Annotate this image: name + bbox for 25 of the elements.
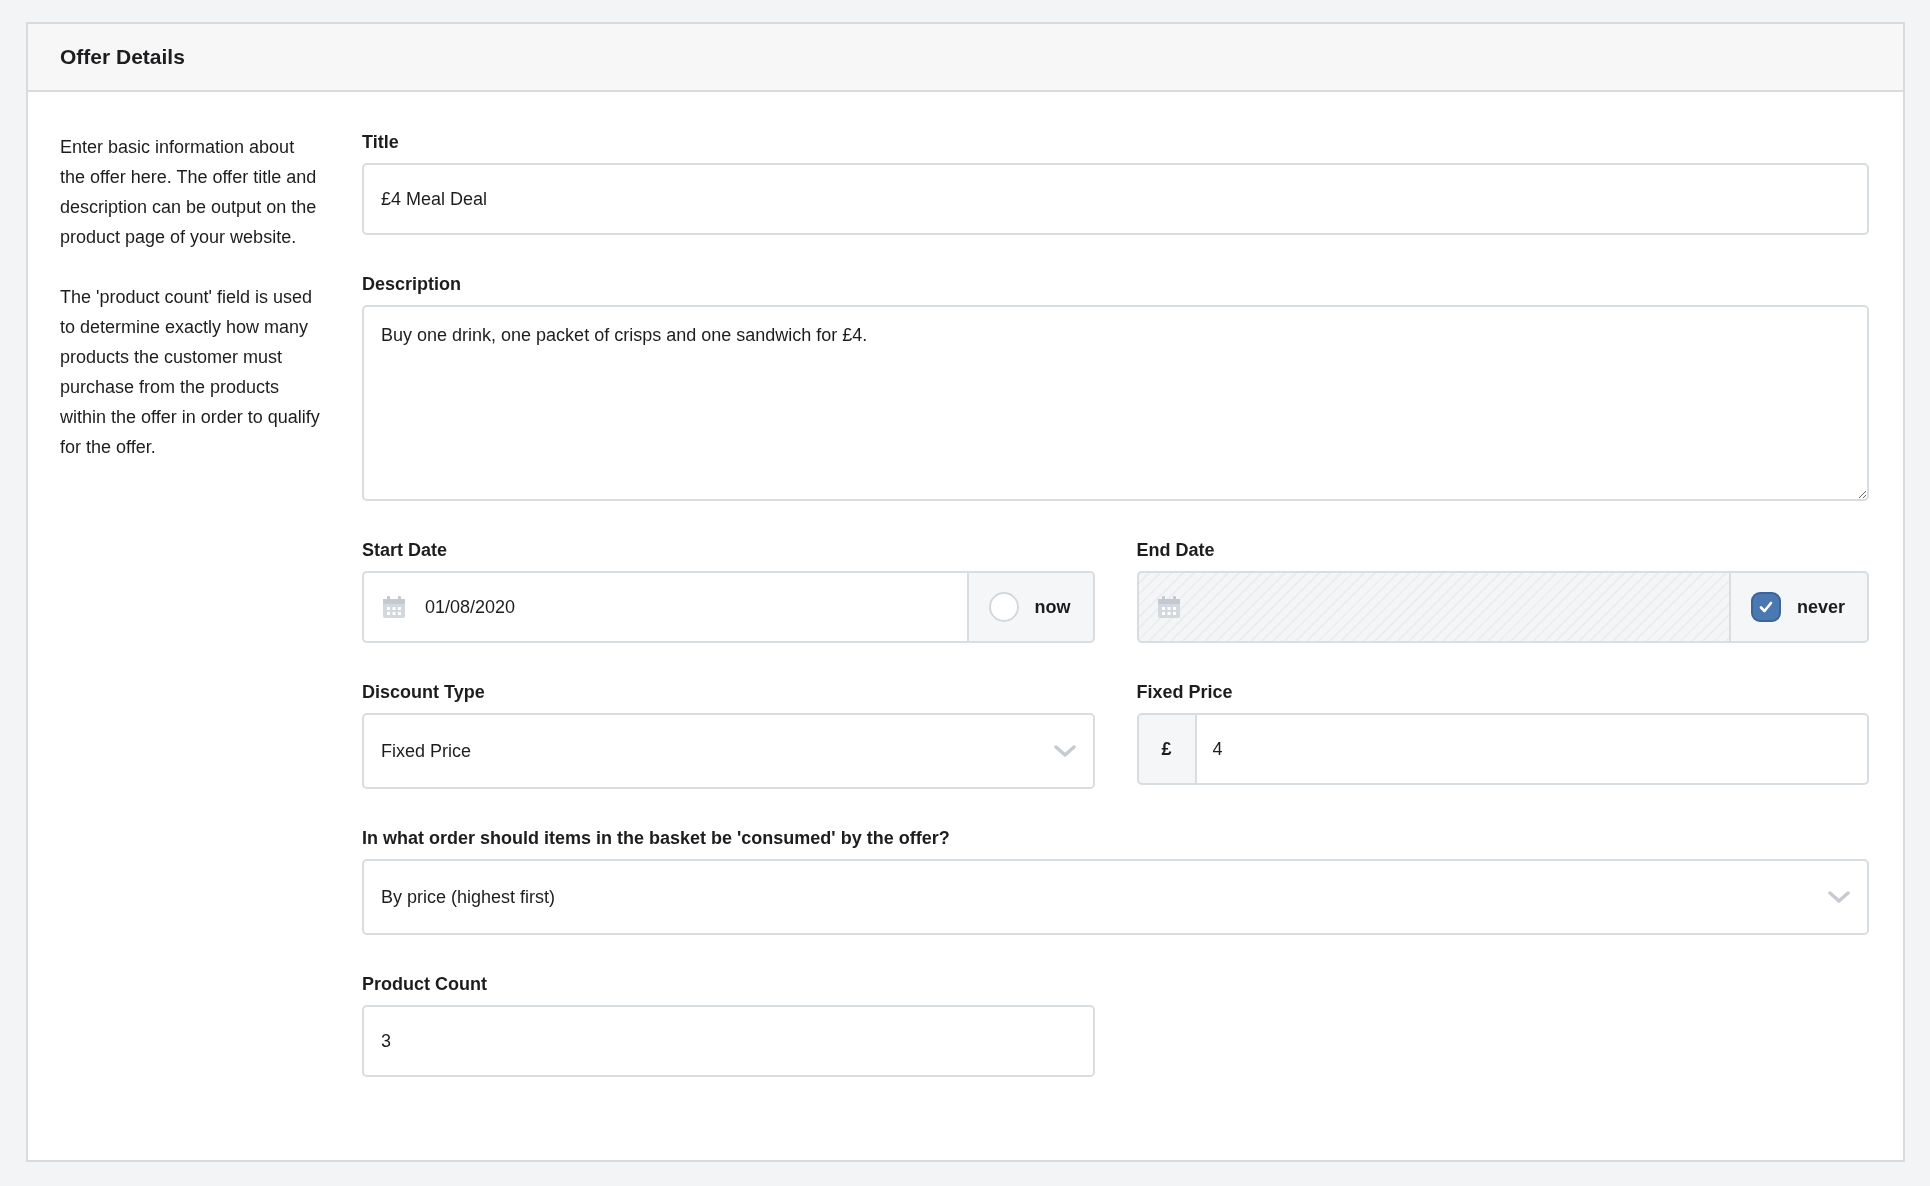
textarea-field[interactable]: Buy one drink, one packet of crisps and one sandwich for £4. (362, 305, 1869, 501)
field-label: Fixed Price (1136, 681, 1234, 703)
panel-title: Offer Details (60, 45, 185, 69)
calendar-icon (1155, 594, 1182, 620)
field-label: Product Count (362, 973, 488, 995)
help-text: The 'product count' field is used to determine exactly how many products the customer must purchase from the products within the offer in order to qualify for the offer. (60, 286, 321, 459)
field-label: Title (362, 131, 400, 153)
date-field[interactable]: 01/08/2020 (362, 571, 967, 643)
currency-prefix: £ (1136, 713, 1197, 785)
toggle-button[interactable]: now (966, 571, 1095, 643)
select-field[interactable]: Fixed Price (362, 713, 1095, 789)
field-label: End Date (1136, 539, 1216, 561)
field-label: Discount Type (362, 681, 486, 703)
chevron-down-icon (1828, 890, 1850, 904)
input-field[interactable]: 3 (362, 1005, 1095, 1077)
field-label: In what order should items in the basket be 'consumed' by the offer? (362, 827, 951, 849)
field-label: Start Date (362, 539, 449, 561)
help-text: Enter basic information about the offer here. The offer title and description can be output on the product page of your website. (60, 136, 318, 249)
date-input[interactable]: 01/08/2020 (425, 596, 951, 618)
field-label: Description (362, 273, 463, 295)
input-field[interactable]: 4 (1196, 713, 1869, 785)
select-field[interactable]: By price (highest first) (362, 859, 1869, 935)
chevron-down-icon (1053, 744, 1076, 758)
calendar-icon (381, 594, 407, 620)
input-field[interactable]: £4 Meal Deal (362, 163, 1869, 235)
